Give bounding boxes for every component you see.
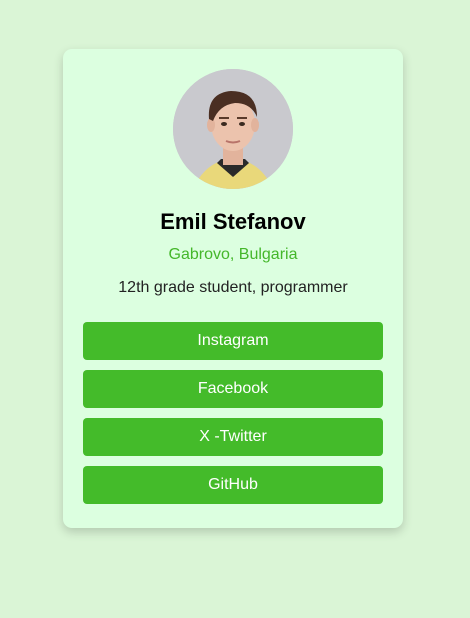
facebook-button[interactable]: Facebook	[83, 370, 383, 408]
profile-card: Emil Stefanov Gabrovo, Bulgaria 12th gra…	[63, 49, 403, 528]
avatar	[173, 69, 293, 189]
avatar-photo	[173, 69, 293, 189]
profile-name: Emil Stefanov	[160, 209, 306, 234]
github-button[interactable]: GitHub	[83, 466, 383, 504]
profile-bio: 12th grade student, programmer	[118, 279, 348, 296]
twitter-button[interactable]: X -Twitter	[83, 418, 383, 456]
social-links: Instagram Facebook X -Twitter GitHub	[83, 322, 383, 514]
profile-location: Gabrovo, Bulgaria	[168, 246, 298, 263]
instagram-button[interactable]: Instagram	[83, 322, 383, 360]
